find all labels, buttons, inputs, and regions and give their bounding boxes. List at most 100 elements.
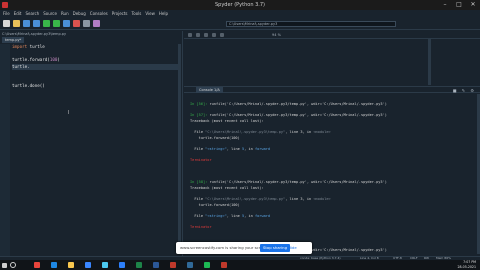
save-all-icon[interactable] [33, 20, 40, 27]
console-text: , line [226, 214, 242, 218]
edge-icon[interactable] [51, 262, 57, 268]
tab-console-1[interactable]: Console 1/A [196, 87, 223, 93]
menu-item-view[interactable]: View [145, 10, 155, 18]
ipython-console[interactable]: In [56]: runfile('C:/Users/Mrinal/.spyde… [184, 94, 476, 256]
open-icon[interactable] [13, 20, 20, 27]
menu-item-projects[interactable]: Projects [112, 10, 128, 18]
close-button[interactable]: ✕ [466, 0, 480, 10]
console-text: In [ [190, 180, 199, 185]
code-text: turtle [27, 44, 45, 49]
console-text: <module> [313, 197, 331, 202]
menu-item-run[interactable]: Run [61, 10, 69, 18]
console-text: "C:\Users\Mrinal\.spyder-py3\temp.py" [205, 130, 286, 134]
console-text: runfile('C:/Users/Mrinal/.spyder-py3/tem… [209, 113, 387, 118]
mouse-cursor-icon: I [68, 110, 70, 116]
console-options-icons[interactable]: ■ ✎ ⚙ [453, 88, 476, 93]
run-icon[interactable] [43, 20, 50, 27]
menu-item-debug[interactable]: Debug [73, 10, 86, 18]
excel-icon[interactable] [136, 262, 142, 268]
code-text: ) [57, 57, 60, 62]
zoom-level: 94 % [272, 33, 281, 37]
spyder-icon[interactable] [221, 262, 227, 268]
console-line: File "<string>", line 5, in forward [190, 147, 270, 152]
save-icon[interactable] [23, 20, 30, 27]
debug-icon[interactable] [63, 20, 70, 27]
console-text: forward [254, 214, 271, 218]
menu-item-search[interactable]: Search [25, 10, 39, 18]
console-text: runfile('C:/Users/Mrinal/.spyder-py3/tem… [209, 102, 387, 106]
minimize-button[interactable]: – [438, 0, 452, 10]
console-text: In [ [190, 102, 199, 106]
mail-icon[interactable] [102, 262, 108, 268]
menu-item-file[interactable]: File [3, 10, 10, 18]
console-line: File "C:\Users\Mrinal\.spyder-py3\temp.p… [190, 130, 330, 135]
menu-item-help[interactable]: Help [159, 10, 168, 18]
console-text: "<string>" [205, 214, 227, 218]
console-text: , in [302, 197, 314, 202]
menu-item-consoles[interactable]: Consoles [90, 10, 108, 18]
menu-item-tools[interactable]: Tools [132, 10, 142, 18]
share-message: www.screencastify.com is sharing your sc… [180, 245, 269, 250]
code-text: turtle.done() [12, 83, 45, 88]
menu-item-source[interactable]: Source [43, 10, 57, 18]
search-icon[interactable] [10, 262, 16, 268]
console-text: Terminator [190, 225, 212, 230]
pane-scrollbar[interactable] [428, 39, 431, 85]
refresh-icon[interactable] [220, 33, 224, 37]
console-text: turtle.forward(100) [190, 135, 240, 140]
remove-all-icon[interactable] [204, 33, 208, 37]
start-icon[interactable] [2, 263, 7, 268]
window-title: Spyder (Python 3.7) [215, 2, 265, 8]
console-text: turtle.forward(100) [190, 202, 240, 207]
editor-file-path: C:\Users\Mrinal\.spyder-py3\temp.py [2, 32, 67, 36]
main-toolbar: C:\Users\Mrinal\.spyder-py3 [0, 18, 480, 30]
menu-bar: File Edit Search Source Run Debug Consoles Proj… [0, 10, 480, 18]
working-directory-field[interactable]: C:\Users\Mrinal\.spyder-py3 [226, 21, 396, 27]
console-text: File [190, 214, 206, 218]
code-line[interactable]: turtle.done() [12, 83, 180, 90]
search-icon[interactable] [212, 33, 216, 37]
python-icon[interactable] [187, 262, 193, 268]
hide-button[interactable]: Hide [288, 244, 297, 252]
console-line: Traceback (most recent call last): [190, 186, 264, 191]
console-text: , line [226, 146, 242, 151]
console-text: Terminator [190, 158, 212, 162]
console-text: , line [285, 130, 301, 134]
chrome-icon[interactable] [34, 262, 40, 268]
taskbar: 7:07 PM 28-05-2021 [0, 260, 480, 270]
console-line: In [56]: runfile('C:/Users/Mrinal/.spyde… [190, 102, 387, 107]
preferences-icon[interactable] [83, 20, 90, 27]
stop-icon[interactable] [73, 20, 80, 27]
word-icon[interactable] [153, 262, 159, 268]
taskbar-clock: 7:07 PM 28-05-2021 [457, 260, 476, 270]
vscode-icon[interactable] [119, 262, 125, 268]
save-data-icon[interactable] [196, 33, 200, 37]
console-line: In [57]: runfile('C:/Users/Mrinal/.spyde… [190, 113, 387, 118]
console-text: "C:\Users\Mrinal\.spyder-py3\temp.py" [205, 197, 286, 202]
line-number-gutter [0, 44, 10, 256]
spotify-icon[interactable] [204, 262, 210, 268]
console-text: In [ [190, 113, 199, 118]
pdf-icon[interactable] [170, 262, 176, 268]
console-text: File [190, 146, 206, 151]
variable-explorer-pane: 94 % [184, 31, 480, 85]
code-text: turtle.forward( [12, 57, 50, 62]
import-data-icon[interactable] [188, 33, 192, 37]
console-line: File "<string>", line 5, in forward [190, 214, 270, 219]
explorer-icon[interactable] [68, 262, 74, 268]
stop-sharing-button[interactable]: Stop sharing [260, 244, 290, 252]
code-area[interactable]: import turtle turtle.forward(100) turtle. t… [12, 44, 180, 90]
store-icon[interactable] [85, 262, 91, 268]
new-file-icon[interactable] [3, 20, 10, 27]
console-text: , line [285, 197, 301, 202]
code-keyword: import [12, 44, 28, 49]
clock-date: 28-05-2021 [457, 265, 476, 269]
maximize-button[interactable]: □ [452, 0, 466, 10]
console-line: Terminator [190, 158, 212, 163]
python-path-icon[interactable] [93, 20, 100, 27]
editor-tab-temp[interactable]: temp.py* [2, 37, 25, 43]
editor-scrollbar[interactable] [178, 44, 181, 244]
title-bar: Spyder (Python 3.7) – □ ✕ [0, 0, 480, 10]
menu-item-edit[interactable]: Edit [14, 10, 22, 18]
run-cell-icon[interactable] [53, 20, 60, 27]
